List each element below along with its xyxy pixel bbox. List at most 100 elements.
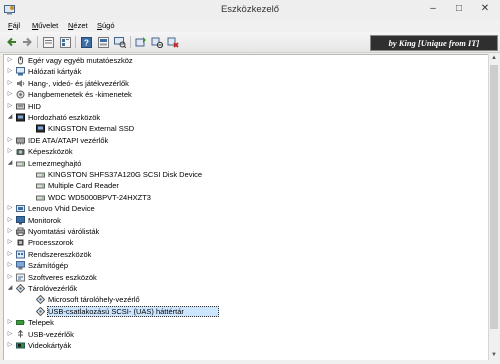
tree-category[interactable]: ▷ Nyomtatási várólisták	[4, 226, 484, 237]
tree-item-label: Képeszközök	[28, 147, 73, 157]
tree-category[interactable]: ▷ Monitorok	[4, 215, 484, 226]
tree-device[interactable]: WDC WD5000BPVT-24HXZT3	[4, 192, 484, 203]
view-icon[interactable]	[96, 35, 110, 49]
tree-category[interactable]: ▷ Videokártyák	[4, 340, 484, 351]
tree-category[interactable]: ▷ IDE ATA/ATAPI vezérlők	[4, 135, 484, 146]
menu-view[interactable]: Nézet	[68, 21, 88, 30]
collapse-arrow-icon[interactable]: ◢	[7, 112, 13, 123]
back-icon[interactable]	[5, 35, 19, 49]
tree-item-label: Hang-, videó- és játékvezérlők	[28, 78, 129, 88]
collapse-arrow-icon[interactable]: ◢	[7, 283, 13, 294]
tree-category[interactable]: ◢ Tárolóvezérlők	[4, 283, 484, 294]
tree-category[interactable]: ▷ Telepek	[4, 317, 484, 328]
help-icon[interactable]: ?	[79, 35, 93, 49]
toolbar: ? by King [Unique from IT]	[0, 32, 500, 53]
tree-category[interactable]: ▷ USB-vezérlők	[4, 329, 484, 340]
disk-drive-icon	[36, 195, 45, 201]
tree-category[interactable]: ▷ Szoftveres eszközök	[4, 272, 484, 283]
tree-item-label: Hangbemenetek és -kimenetek	[28, 90, 132, 100]
scroll-up-arrow-icon[interactable]: ▲	[489, 54, 499, 63]
disk-drive-icon	[16, 161, 25, 167]
camera-icon	[16, 149, 25, 156]
tree-category[interactable]: ▷ Lenovo Vhid Device	[4, 203, 484, 214]
tree-category[interactable]: ▷ Processzorok	[4, 237, 484, 248]
tree-category[interactable]: ▷ HID	[4, 101, 484, 112]
expand-arrow-icon[interactable]: ▷	[7, 317, 13, 328]
tree-item-label: Tárolóvezérlők	[28, 284, 78, 293]
menu-bar: Fájl Művelet Nézet Súgó	[0, 20, 500, 32]
tree-item-label: KINGSTON SHFS37A120G SCSI Disk Device	[48, 170, 203, 179]
collapse-arrow-icon[interactable]: ◢	[7, 158, 13, 169]
tree-item-label: Rendszereszközök	[28, 249, 92, 259]
uninstall-icon[interactable]	[166, 35, 180, 49]
system-device-icon	[16, 250, 25, 259]
tree-category[interactable]: ◢ Hordozható eszközök	[4, 112, 484, 123]
mouse-icon	[18, 56, 23, 65]
computer-scan-icon[interactable]	[113, 35, 127, 49]
audio-io-icon	[16, 90, 25, 99]
forward-icon[interactable]	[20, 35, 34, 49]
expand-arrow-icon[interactable]: ▷	[7, 215, 13, 226]
scroll-down-arrow-icon[interactable]: ▼	[489, 351, 499, 360]
tree-item-label: Hordozható eszközök	[28, 113, 101, 122]
expand-arrow-icon[interactable]: ▷	[7, 78, 13, 89]
expand-arrow-icon[interactable]: ▷	[7, 55, 13, 66]
close-button[interactable]: ✕	[472, 0, 498, 18]
tree-category[interactable]: ▷ Hang-, videó- és játékvezérlők	[4, 78, 484, 89]
storage-controller-icon	[36, 306, 45, 316]
properties-icon[interactable]	[41, 35, 55, 49]
expand-arrow-icon[interactable]: ▷	[7, 249, 13, 260]
disk-drive-icon	[36, 183, 45, 189]
tree-category[interactable]: ▷ Számítógép	[4, 260, 484, 271]
expand-arrow-icon[interactable]: ▷	[7, 329, 13, 340]
menu-help[interactable]: Súgó	[97, 21, 115, 30]
vertical-scrollbar[interactable]: ▲ ▼	[488, 54, 499, 360]
tree-device[interactable]: Multiple Card Reader	[4, 180, 484, 191]
tree-item-label: USB-csatlakozású SCSI- (UAS) háttértár	[48, 306, 184, 316]
svg-text:?: ?	[84, 38, 89, 47]
expand-arrow-icon[interactable]: ▷	[7, 260, 13, 271]
watermark-logo: by King [Unique from IT]	[370, 35, 498, 51]
expand-arrow-icon[interactable]: ▷	[7, 101, 13, 112]
expand-arrow-icon[interactable]: ▷	[7, 203, 13, 214]
minimize-button[interactable]: –	[420, 0, 446, 18]
ide-icon	[16, 137, 25, 145]
tree-item-label: Lenovo Vhid Device	[28, 204, 95, 214]
device-tree[interactable]: ▷ Egér vagy egyéb mutatóeszköz ▷ Hálózati k…	[3, 54, 489, 362]
tree-device[interactable]: Microsoft tárolóhely-vezérlő	[4, 294, 484, 305]
tree-category[interactable]: ▷ Hálózati kártyák	[4, 66, 484, 77]
tree-item-label: Egér vagy egyéb mutatóeszköz	[28, 56, 133, 65]
tree-device[interactable]: KINGSTON SHFS37A120G SCSI Disk Device	[4, 169, 484, 180]
expand-arrow-icon[interactable]: ▷	[7, 66, 13, 77]
tree-item-label: Multiple Card Reader	[48, 181, 119, 191]
disable-device-icon[interactable]	[150, 35, 164, 49]
tree-category[interactable]: ▷ Rendszereszközök	[4, 249, 484, 260]
tree-device[interactable]: USB-csatlakozású SCSI- (UAS) háttértár	[4, 306, 484, 317]
monitor-icon	[16, 215, 25, 225]
expand-arrow-icon[interactable]: ▷	[7, 340, 13, 351]
scrollbar-thumb[interactable]	[490, 65, 498, 329]
tree-item-label: Videokártyák	[28, 341, 72, 350]
expand-arrow-icon[interactable]: ▷	[7, 272, 13, 283]
tree-category[interactable]: ▷ Képeszközök	[4, 146, 484, 157]
tree-device[interactable]: KINGSTON External SSD	[4, 123, 484, 134]
device-list-icon[interactable]	[58, 35, 72, 49]
update-driver-icon[interactable]	[134, 35, 148, 49]
tree-category[interactable]: ▷ Egér vagy egyéb mutatóeszköz	[4, 55, 484, 66]
expand-arrow-icon[interactable]: ▷	[7, 135, 13, 146]
tree-category[interactable]: ▷ Hangbemenetek és -kimenetek	[4, 89, 484, 100]
tree-category[interactable]: ◢ Lemezmeghajtó	[4, 158, 484, 169]
maximize-button[interactable]: □	[446, 0, 472, 18]
processor-icon	[17, 239, 24, 246]
usb-icon	[18, 329, 23, 338]
tree-item-label: Telepek	[28, 318, 54, 328]
expand-arrow-icon[interactable]: ▷	[7, 226, 13, 237]
menu-action[interactable]: Művelet	[32, 21, 58, 30]
tree-item-label: IDE ATA/ATAPI vezérlők	[28, 135, 109, 145]
expand-arrow-icon[interactable]: ▷	[7, 146, 13, 157]
tree-item-label: WDC WD5000BPVT-24HXZT3	[48, 192, 151, 202]
expand-arrow-icon[interactable]: ▷	[7, 237, 13, 248]
toolbar-separator	[130, 36, 131, 48]
menu-file[interactable]: Fájl	[8, 21, 20, 30]
expand-arrow-icon[interactable]: ▷	[7, 89, 13, 100]
